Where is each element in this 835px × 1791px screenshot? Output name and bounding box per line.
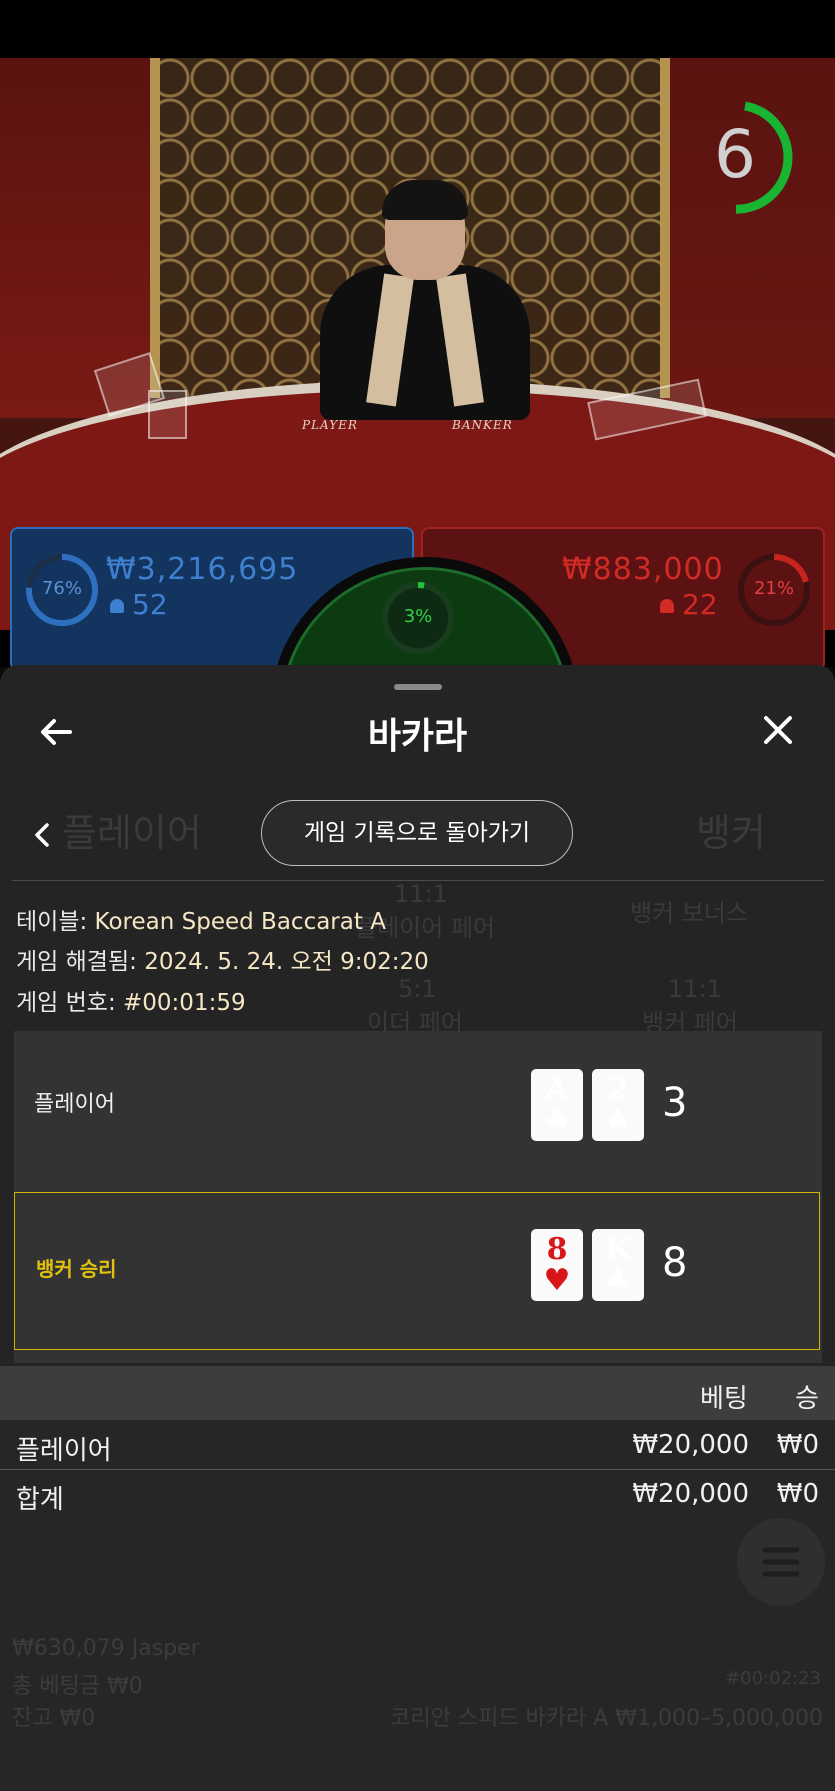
ghost-remaining: 잔고 ₩0	[12, 1706, 96, 1731]
banker-score: 8	[662, 1240, 688, 1286]
player-bet-total: ₩3,216,695	[106, 552, 299, 587]
divider	[12, 880, 824, 881]
total-row-amount: ₩20,000	[632, 1479, 749, 1509]
col-bet-header: 베팅	[700, 1384, 748, 1414]
dealer-body	[320, 265, 530, 420]
sheet-drag-handle[interactable]	[394, 684, 442, 690]
card-suit: ♣	[604, 1263, 632, 1298]
banker-percent: 21%	[753, 578, 794, 599]
ghost-banker-bonus: 뱅커 보너스	[630, 899, 749, 927]
person-icon	[110, 599, 124, 613]
info-resolved-value: 2024. 5. 24. 오전 9:02:20	[144, 949, 429, 975]
banker-card-2: K ♣	[592, 1229, 644, 1301]
player-card-1: A ♣	[531, 1069, 583, 1141]
banker-card-1: 8 ♥	[531, 1229, 583, 1301]
banker-bettor-count-row: 22	[660, 588, 718, 621]
tie-percent: 3%	[403, 606, 433, 627]
card-suit: ♠	[604, 1103, 632, 1138]
status-bar	[0, 0, 835, 58]
info-game-number-label: 게임 번호:	[16, 990, 116, 1016]
total-row-win: ₩0	[776, 1479, 819, 1509]
info-resolved-label: 게임 해결됨:	[16, 949, 137, 975]
ghost-player-tab: 플레이어	[62, 811, 202, 855]
player-score: 3	[662, 1080, 688, 1126]
info-resolved-row: 게임 해결됨: 2024. 5. 24. 오전 9:02:20	[16, 942, 429, 976]
ghost-either-pair-odds: 5:1	[398, 975, 437, 1003]
player-result-label: 플레이어	[34, 1092, 115, 1117]
ghost-total-bet: 총 베팅금 ₩0	[12, 1674, 143, 1699]
previous-game-chevron-icon[interactable]	[30, 818, 54, 858]
info-table-row: 테이블: Korean Speed Baccarat A	[16, 902, 386, 936]
card-rank: K	[604, 1232, 632, 1267]
person-icon	[660, 599, 674, 613]
felt-player-label: PLAYER	[302, 418, 358, 432]
col-win-header: 승	[795, 1384, 819, 1414]
countdown-seconds: 6	[714, 116, 756, 193]
ghost-game-id: #00:02:23	[725, 1668, 821, 1689]
ghost-player-pair-odds: 11:1	[394, 880, 448, 908]
divider	[0, 1469, 835, 1470]
card-rank: 8	[546, 1232, 568, 1267]
ghost-balance: ₩630,079 Jasper	[12, 1636, 200, 1661]
player-percent: 76%	[41, 578, 82, 599]
card-rank: A	[545, 1072, 569, 1107]
banker-bet-total: ₩883,000	[562, 552, 724, 587]
player-card-2: 2 ♠	[592, 1069, 644, 1141]
card-suit: ♣	[543, 1103, 571, 1138]
info-game-number-row: 게임 번호: #00:01:59	[16, 983, 246, 1017]
ghost-banker-tab: 뱅커	[696, 811, 766, 855]
ghost-table-limits: 코리안 스피드 바카라 A ₩1,000–5,000,000	[390, 1706, 823, 1731]
video-gold-trim	[150, 58, 160, 398]
bet-row-win: ₩0	[776, 1430, 819, 1460]
bet-row-amount: ₩20,000	[632, 1430, 749, 1460]
card-holder	[148, 390, 187, 439]
felt-banker-label: BANKER	[452, 418, 513, 432]
menu-button	[737, 1518, 825, 1606]
dealer-hair	[382, 180, 468, 220]
ghost-banker-pair-odds: 11:1	[668, 975, 722, 1003]
card-rank: 2	[607, 1072, 629, 1107]
bet-table-body	[0, 1420, 835, 1791]
banker-bettor-count: 22	[682, 588, 718, 621]
player-bettor-count-row: 52	[110, 588, 168, 621]
video-gold-trim	[660, 58, 670, 398]
banker-winner-highlight	[14, 1192, 820, 1350]
card-suit: ♥	[543, 1263, 571, 1298]
back-to-history-button[interactable]: 게임 기록으로 돌아가기	[261, 800, 573, 866]
info-table-value: Korean Speed Baccarat A	[94, 909, 386, 935]
total-row-name: 합계	[16, 1485, 64, 1515]
bet-row-name: 플레이어	[16, 1436, 112, 1466]
banker-result-label: 뱅커 승리	[36, 1257, 117, 1281]
info-table-label: 테이블:	[16, 909, 88, 935]
sheet-title: 바카라	[367, 716, 468, 757]
close-icon[interactable]	[758, 710, 798, 750]
player-bettor-count: 52	[132, 588, 168, 621]
info-game-number-value: #00:01:59	[123, 990, 246, 1016]
